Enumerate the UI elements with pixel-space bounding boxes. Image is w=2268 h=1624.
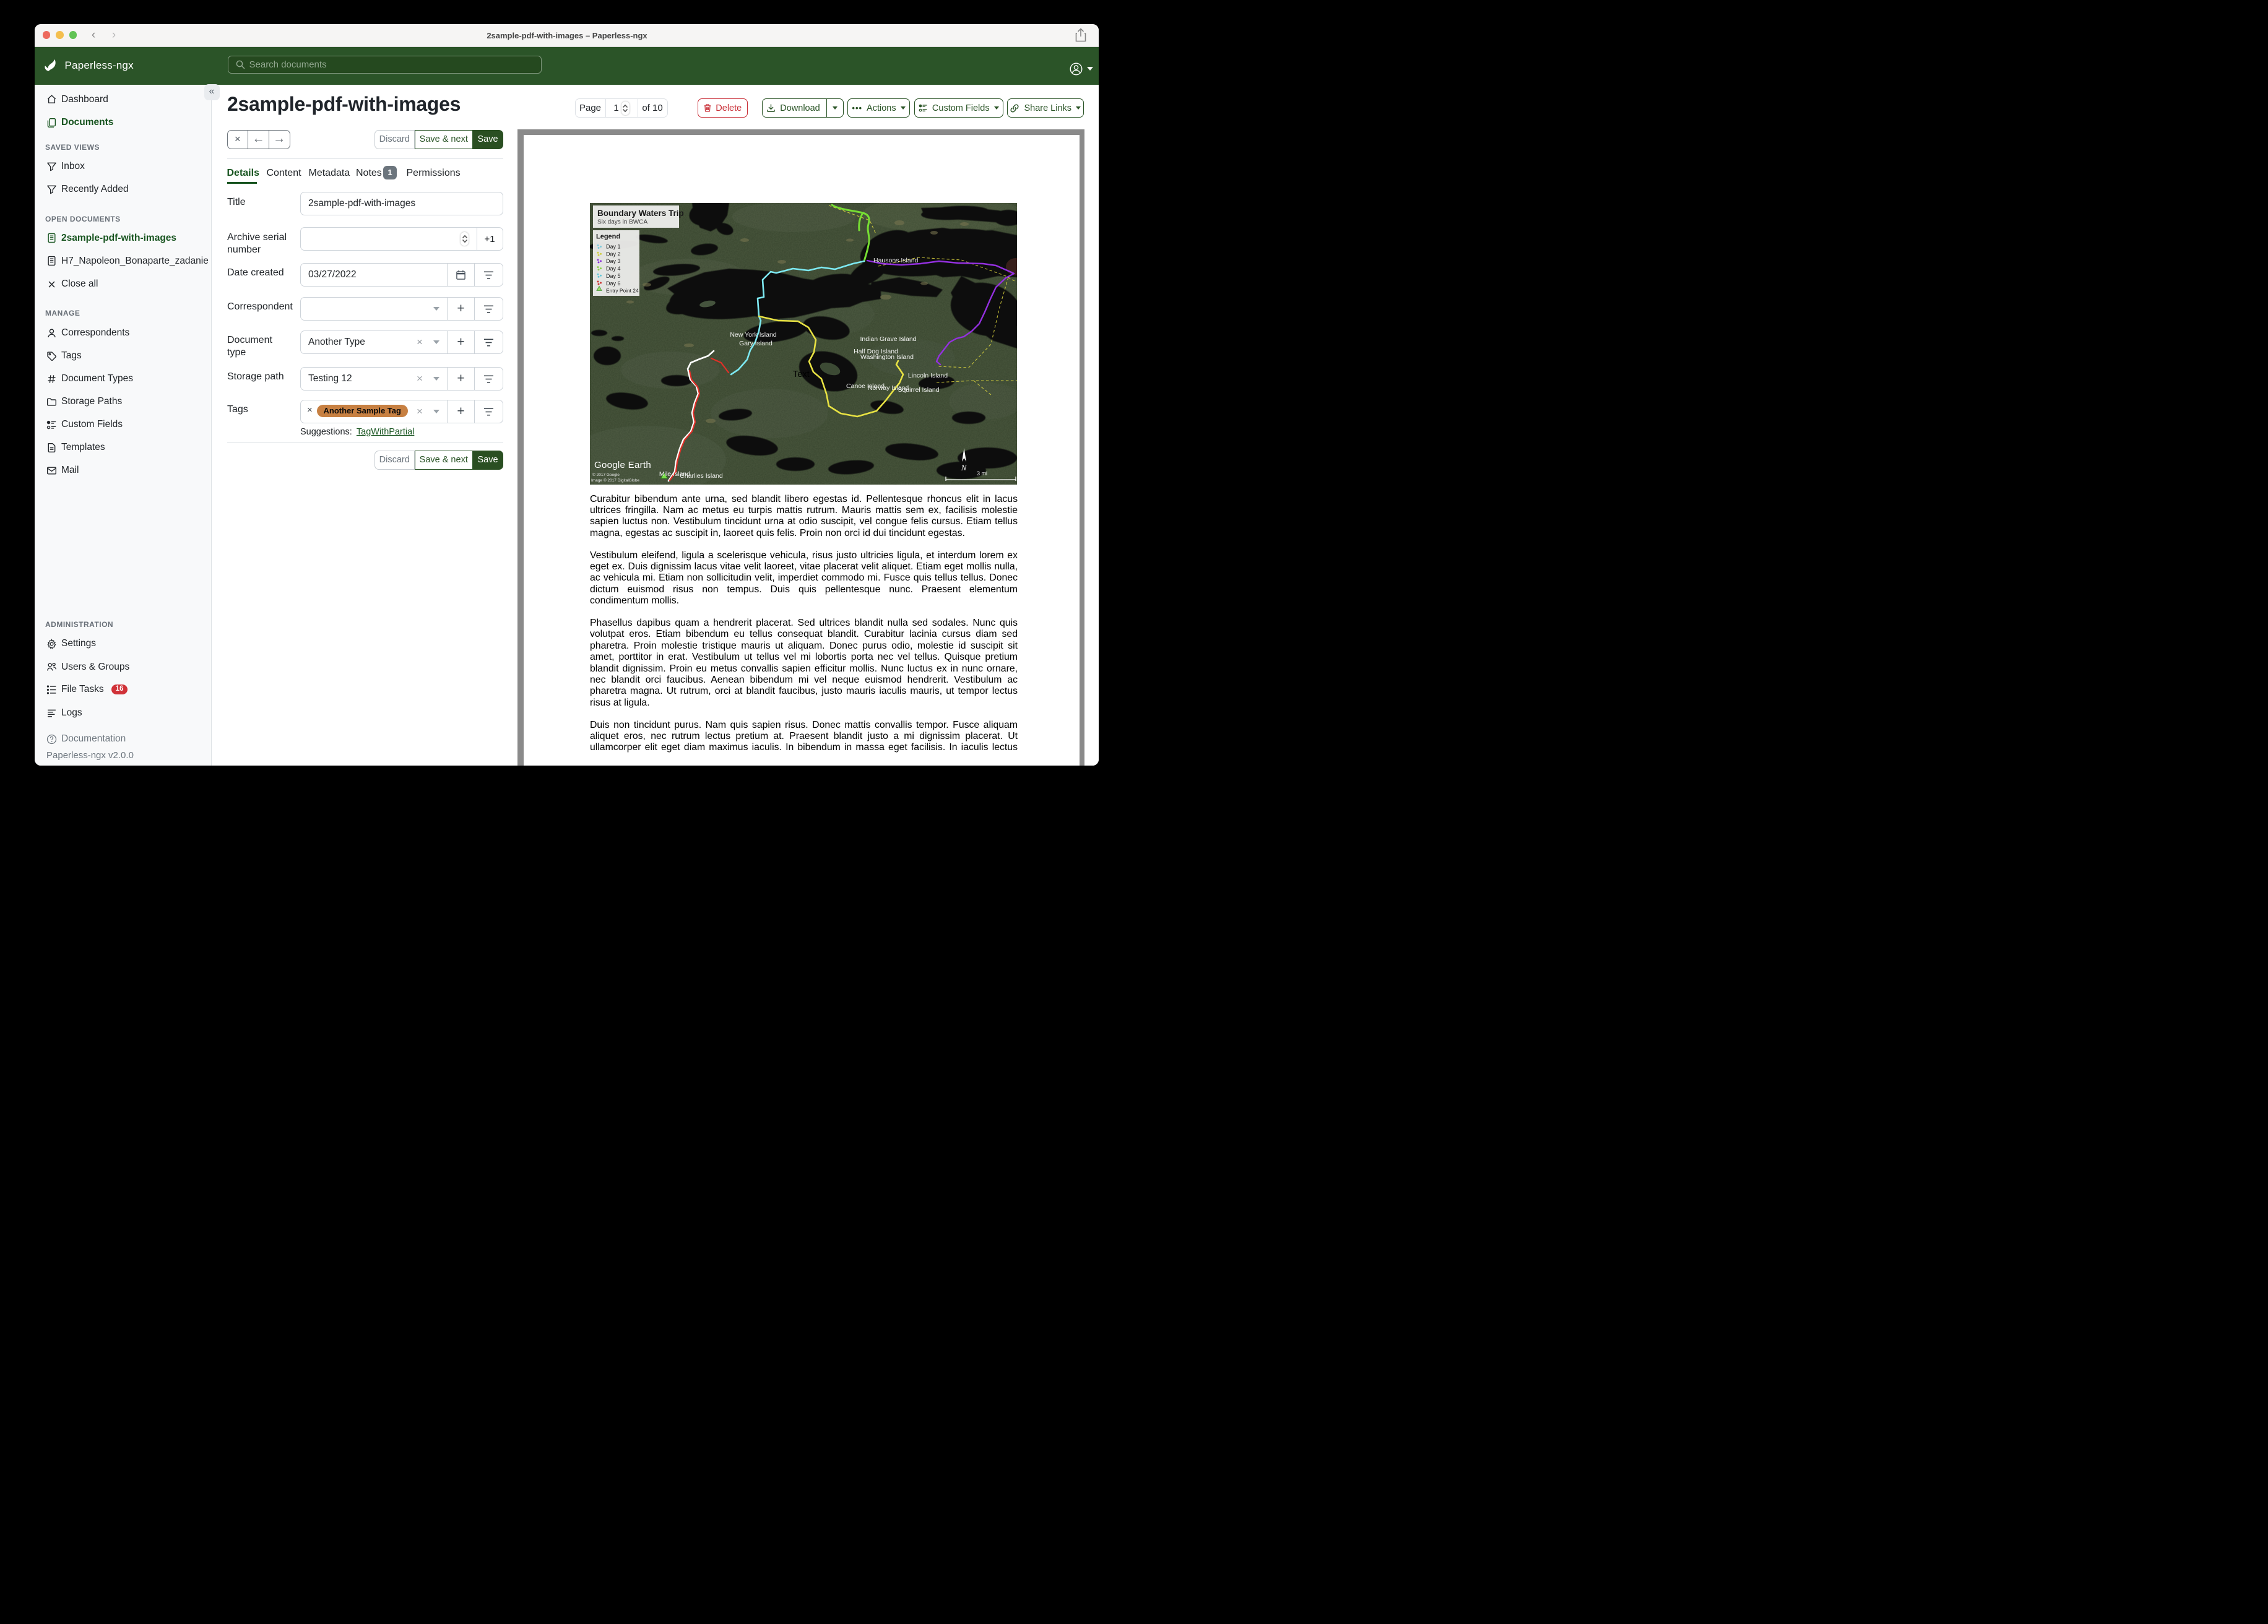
svg-text:N: N <box>960 463 967 472</box>
svg-text:Six days in BWCA: Six days in BWCA <box>597 218 647 225</box>
svg-text:3 mi: 3 mi <box>977 470 987 477</box>
svg-text:Day 6: Day 6 <box>606 280 621 286</box>
svg-text:Day 2: Day 2 <box>606 251 621 257</box>
svg-text:Text: Text <box>793 369 810 379</box>
svg-text:Boundary Waters Trip: Boundary Waters Trip <box>597 209 684 218</box>
svg-text:Day 1: Day 1 <box>606 243 621 249</box>
svg-text:Entry Point 24: Entry Point 24 <box>606 287 639 293</box>
svg-text:Day 4: Day 4 <box>606 266 621 272</box>
svg-text:New York Island: New York Island <box>730 331 776 339</box>
svg-text:Indian Grave Island: Indian Grave Island <box>860 335 916 343</box>
svg-text:Washington Island: Washington Island <box>860 353 914 361</box>
svg-text:Lincoln Island: Lincoln Island <box>907 372 947 379</box>
svg-text:Image © 2017 DigitalGlobe: Image © 2017 DigitalGlobe <box>591 478 640 483</box>
svg-text:© 2017 Google: © 2017 Google <box>592 472 620 477</box>
svg-text:Legend: Legend <box>596 233 620 240</box>
svg-text:Day 5: Day 5 <box>606 273 621 279</box>
svg-text:Google Earth: Google Earth <box>594 460 651 470</box>
svg-text:Hausons Island: Hausons Island <box>873 257 919 264</box>
svg-text:Day 3: Day 3 <box>606 258 621 264</box>
svg-text:Gary Island: Gary Island <box>739 340 773 347</box>
svg-text:Charlies Island: Charlies Island <box>680 472 723 480</box>
svg-text:Squirrel Island: Squirrel Island <box>898 386 939 394</box>
